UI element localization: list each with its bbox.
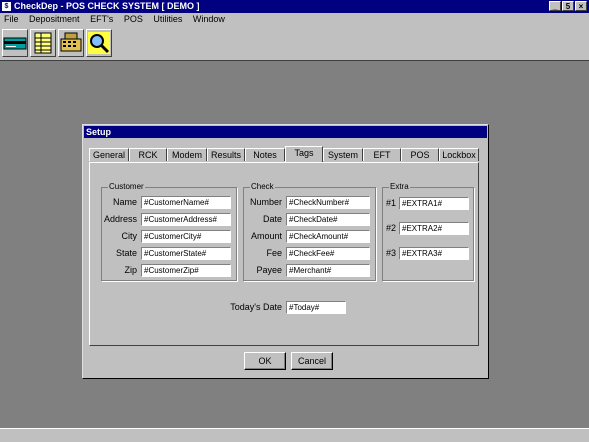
customer-group: Customer Name #CustomerName# Address #Cu… [101, 182, 237, 281]
extra-3-label: #3 [385, 248, 396, 258]
customer-state-label: State [115, 248, 137, 258]
extra-group: Extra #1 #EXTRA1# #2 #EXTRA2# #3 #EXTRA3… [382, 182, 474, 281]
check-group-label: Check [250, 182, 275, 192]
tab-notes[interactable]: Notes [245, 148, 285, 161]
magnifier-icon [88, 32, 110, 54]
customer-address-field[interactable]: #CustomerAddress# [141, 213, 231, 226]
cancel-button[interactable]: Cancel [291, 352, 333, 370]
check-fee-field[interactable]: #CheckFee# [286, 247, 370, 260]
customer-address-label: Address [103, 214, 137, 224]
card-icon [3, 37, 27, 50]
tab-tags[interactable]: Tags [285, 146, 323, 162]
toolbar [0, 26, 589, 61]
customer-zip-label: Zip [124, 265, 137, 275]
check-date-field[interactable]: #CheckDate# [286, 213, 370, 226]
menu-window[interactable]: Window [193, 14, 225, 24]
minimize-button[interactable]: _ [549, 1, 561, 11]
extra-2-label: #2 [385, 223, 396, 233]
extra-1-field[interactable]: #EXTRA1# [399, 197, 469, 210]
app-title-bar: $ CheckDep - POS CHECK SYSTEM [ DEMO ] _… [0, 0, 589, 13]
cash-register-icon [60, 32, 82, 52]
customer-state-field[interactable]: #CustomerState# [141, 247, 231, 260]
restore-button[interactable]: 5 [562, 1, 574, 11]
menu-depositment[interactable]: Depositment [29, 14, 80, 24]
dialog-title: Setup [84, 126, 487, 138]
ledger-button[interactable] [30, 29, 56, 57]
tags-panel: Customer Name #CustomerName# Address #Cu… [89, 162, 479, 346]
check-payee-field[interactable]: #Merchant# [286, 264, 370, 277]
tab-modem[interactable]: Modem [167, 148, 207, 161]
ok-button[interactable]: OK [244, 352, 286, 370]
cash-register-button[interactable] [58, 29, 84, 57]
tab-results[interactable]: Results [207, 148, 245, 161]
menu-file[interactable]: File [4, 14, 19, 24]
check-payee-label: Payee [256, 265, 282, 275]
menu-bar: File Depositment EFT's POS Utilities Win… [0, 13, 589, 26]
status-bar [0, 428, 589, 442]
tab-strip: General RCK Modem Results Notes Tags Sys… [89, 146, 479, 162]
menu-efts[interactable]: EFT's [90, 14, 113, 24]
app-icon: $ [2, 2, 11, 11]
card-button[interactable] [2, 29, 28, 57]
check-group: Check Number #CheckNumber# Date #CheckDa… [243, 182, 376, 281]
check-fee-label: Fee [266, 248, 282, 258]
close-button[interactable]: × [575, 1, 587, 11]
customer-group-label: Customer [108, 182, 145, 192]
customer-zip-field[interactable]: #CustomerZip# [141, 264, 231, 277]
extra-2-field[interactable]: #EXTRA2# [399, 222, 469, 235]
check-number-label: Number [249, 197, 282, 207]
tab-lockbox[interactable]: Lockbox [439, 148, 479, 161]
customer-city-field[interactable]: #CustomerCity# [141, 230, 231, 243]
customer-name-label: Name [112, 197, 137, 207]
ledger-icon [34, 32, 52, 54]
tab-general[interactable]: General [89, 148, 129, 161]
extra-3-field[interactable]: #EXTRA3# [399, 247, 469, 260]
menu-utilities[interactable]: Utilities [153, 14, 182, 24]
todays-date-field[interactable]: #Today# [286, 301, 346, 314]
search-button[interactable] [86, 29, 112, 57]
tab-eft[interactable]: EFT [363, 148, 401, 161]
check-number-field[interactable]: #CheckNumber# [286, 196, 370, 209]
tab-pos[interactable]: POS [401, 148, 439, 161]
tab-rck[interactable]: RCK [129, 148, 167, 161]
app-title: CheckDep - POS CHECK SYSTEM [ DEMO ] [14, 1, 200, 11]
setup-dialog: Setup General RCK Modem Results Notes Ta… [82, 124, 489, 379]
tab-system[interactable]: System [323, 148, 363, 161]
check-date-label: Date [262, 214, 282, 224]
customer-city-label: City [121, 231, 138, 241]
extra-group-label: Extra [389, 182, 410, 192]
extra-1-label: #1 [385, 198, 396, 208]
menu-pos[interactable]: POS [124, 14, 143, 24]
todays-date-label: Today's Date [230, 302, 282, 312]
check-amount-field[interactable]: #CheckAmount# [286, 230, 370, 243]
customer-name-field[interactable]: #CustomerName# [141, 196, 231, 209]
check-amount-label: Amount [250, 231, 282, 241]
